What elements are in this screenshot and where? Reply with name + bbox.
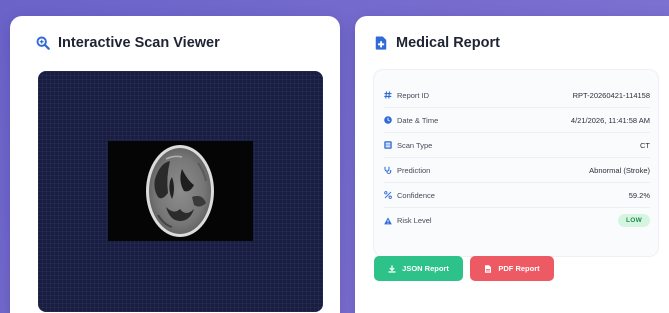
stethoscope-icon <box>384 166 392 174</box>
scan-viewer-card: Interactive Scan Viewer <box>10 16 340 313</box>
pdf-report-label: PDF Report <box>498 264 540 273</box>
confidence-label: Confidence <box>397 190 435 200</box>
medical-report-title: Medical Report <box>396 35 500 51</box>
confidence-row: Confidence 59.2% <box>384 183 650 208</box>
medical-file-icon <box>375 36 387 50</box>
risk-level-label-group: Risk Level <box>384 216 432 225</box>
hash-icon <box>384 91 392 99</box>
confidence-value: 59.2% <box>628 190 650 200</box>
clock-icon <box>384 116 392 124</box>
json-report-label: JSON Report <box>402 264 449 273</box>
date-time-label: Date & Time <box>397 115 439 125</box>
scan-viewer-header: Interactive Scan Viewer <box>36 35 220 51</box>
scan-type-value: CT <box>640 140 650 150</box>
prediction-label: Prediction <box>397 165 431 175</box>
prediction-value: Abnormal (Stroke) <box>589 165 650 175</box>
medical-report-card: Medical Report Report ID RPT-20260421-11… <box>355 16 669 313</box>
prediction-row: Prediction Abnormal (Stroke) <box>384 158 650 183</box>
report-id-row: Report ID RPT-20260421-114158 <box>384 83 650 108</box>
date-time-row: Date & Time 4/21/2026, 11:41:58 AM <box>384 108 650 133</box>
report-details-panel: Report ID RPT-20260421-114158 Date & Tim… <box>373 69 659 257</box>
scan-type-label-group: Scan Type <box>384 141 432 150</box>
json-report-button[interactable]: JSON Report <box>374 256 463 281</box>
scan-type-row: Scan Type CT <box>384 133 650 158</box>
ct-scan-image[interactable] <box>108 141 253 241</box>
pdf-file-icon <box>485 264 492 273</box>
download-icon <box>388 265 396 273</box>
date-time-value: 4/21/2026, 11:41:58 AM <box>570 115 650 125</box>
warning-icon <box>384 216 392 224</box>
confidence-label-group: Confidence <box>384 191 435 200</box>
search-zoom-icon <box>36 36 50 50</box>
brain-ct-image <box>146 145 214 237</box>
medical-report-header: Medical Report <box>374 35 500 51</box>
risk-level-row: Risk Level LOW <box>384 208 650 233</box>
report-id-label: Report ID <box>397 90 430 100</box>
report-id-label-group: Report ID <box>384 91 429 100</box>
prediction-label-group: Prediction <box>384 166 430 175</box>
scan-viewport[interactable] <box>38 71 323 312</box>
percent-icon <box>384 191 392 199</box>
risk-level-label: Risk Level <box>397 216 432 225</box>
scan-viewer-title: Interactive Scan Viewer <box>58 35 220 51</box>
pdf-report-button[interactable]: PDF Report <box>470 256 554 281</box>
scan-icon <box>384 141 392 149</box>
scan-type-label: Scan Type <box>397 140 433 150</box>
risk-level-badge: LOW <box>617 214 650 227</box>
report-id-value: RPT-20260421-114158 <box>572 90 650 100</box>
date-time-label-group: Date & Time <box>384 116 438 125</box>
